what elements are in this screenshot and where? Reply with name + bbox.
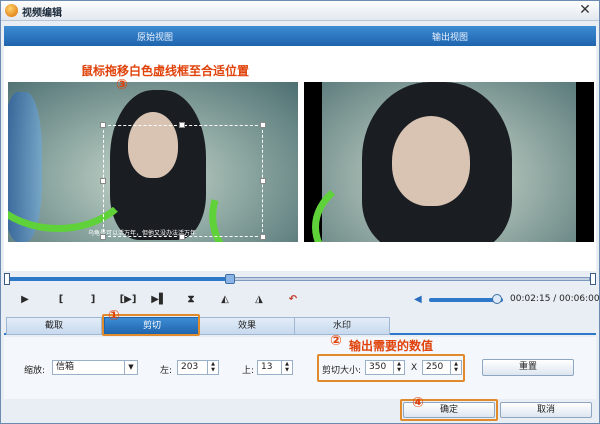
playback-controls: ▶ [ ] [▶] ▶▌ ⧗ ◭ ◮ ↶ ◀ 00:02:15 / 00:06:… (4, 291, 599, 309)
tab-watermark[interactable]: 水印 (294, 317, 390, 335)
time-readout: 00:02:15 / 00:06:00 (510, 294, 600, 304)
app-icon (5, 4, 18, 17)
crop-handle[interactable] (260, 178, 266, 184)
cancel-button[interactable]: 取消 (500, 402, 592, 418)
crop-handle[interactable] (100, 178, 106, 184)
left-offset-input[interactable]: 203 ▲ ▼ (177, 360, 219, 375)
crop-width-value: 350 (369, 362, 387, 372)
reset-button[interactable]: 重置 (482, 359, 574, 376)
view-header: 原始视图 输出视图 (4, 26, 596, 46)
spin-arrows-icon[interactable]: ▲ ▼ (207, 361, 218, 374)
title-bar: 视频编辑 ✕ (1, 1, 599, 21)
window-title: 视频编辑 (22, 8, 62, 19)
crop-handle[interactable] (260, 234, 266, 240)
original-preview[interactable]: 乌龟是可以活万年，但他又没办法活万年 (8, 82, 298, 242)
spin-arrows-icon[interactable]: ▲ ▼ (281, 361, 292, 374)
left-offset-value: 203 (181, 362, 199, 372)
tab-capture[interactable]: 截取 (6, 317, 102, 335)
crop-height-input[interactable]: 250 ▲ ▼ (422, 360, 462, 375)
crop-times-label: X (411, 363, 418, 373)
mark-out-button[interactable]: ] (84, 292, 102, 308)
zoom-select[interactable]: 信箱 ▼ (52, 360, 138, 375)
crop-size-label: 剪切大小: (322, 366, 362, 376)
top-label: 上: (242, 366, 255, 376)
volume-icon[interactable]: ◀ (414, 294, 426, 306)
chevron-down-icon[interactable]: ▼ (124, 361, 137, 374)
output-preview (304, 82, 594, 242)
output-hint-annotation: 输出需要的数值 (349, 339, 434, 353)
output-view-label: 输出视图 (432, 33, 469, 43)
close-button[interactable]: ✕ (577, 2, 593, 18)
step-3-marker: ③ (116, 77, 128, 93)
top-offset-value: 13 (261, 362, 273, 372)
left-label: 左: (160, 366, 173, 376)
crop-handle[interactable] (260, 122, 266, 128)
timeline-thumb[interactable] (225, 274, 236, 284)
crop-handle[interactable] (179, 122, 185, 128)
video-edit-window: 视频编辑 ✕ 原始视图 输出视图 乌龟是可以活万年，但他又没办法活万年 鼠标拖移… (0, 0, 600, 424)
rotate-right-button[interactable]: ◮ (250, 292, 268, 308)
edit-tabs: 截取 剪切 效果 水印 (4, 317, 596, 335)
step-1-marker: ① (108, 308, 120, 324)
step-4-marker: ④ (412, 395, 424, 411)
output-video-frame (312, 82, 576, 242)
mark-in-button[interactable]: [ (52, 292, 70, 308)
timeline-progress (10, 277, 231, 281)
crop-selection-box[interactable] (100, 122, 266, 240)
next-frame-button[interactable]: ▶▌ (150, 292, 168, 308)
crop-handle[interactable] (100, 234, 106, 240)
timeline-end-marker[interactable] (590, 273, 596, 285)
zoom-select-value: 信箱 (56, 362, 75, 372)
split-button[interactable]: ⧗ (182, 292, 200, 308)
tab-effects[interactable]: 效果 (199, 317, 295, 335)
crop-settings-panel: 缩放: 信箱 ▼ 左: 203 ▲ ▼ 上: 13 ▲ ▼ 输出需要的数值 ② 剪切… (4, 333, 596, 399)
zoom-label: 缩放: (24, 366, 46, 376)
crop-handle[interactable] (179, 234, 185, 240)
spin-arrows-icon[interactable]: ▲ ▼ (393, 361, 404, 374)
spin-arrows-icon[interactable]: ▲ ▼ (450, 361, 461, 374)
rotate-left-button[interactable]: ◭ (216, 292, 234, 308)
timeline[interactable] (4, 273, 596, 285)
dialog-footer: 确定 取消 ④ (4, 395, 596, 421)
crop-handle[interactable] (100, 122, 106, 128)
step-2-marker: ② (330, 333, 342, 349)
preview-area: 乌龟是可以活万年，但他又没办法活万年 鼠标拖移白色虚线框至合适位置 ③ (4, 46, 596, 271)
crop-height-value: 250 (426, 362, 444, 372)
drag-hint-annotation: 鼠标拖移白色虚线框至合适位置 (81, 64, 250, 78)
undo-button[interactable]: ↶ (284, 292, 302, 308)
play-segment-button[interactable]: [▶] (116, 292, 140, 308)
original-view-label: 原始视图 (137, 33, 174, 43)
top-offset-input[interactable]: 13 ▲ ▼ (257, 360, 293, 375)
crop-width-input[interactable]: 350 ▲ ▼ (365, 360, 405, 375)
volume-thumb[interactable] (492, 294, 503, 304)
play-button[interactable]: ▶ (16, 292, 34, 308)
